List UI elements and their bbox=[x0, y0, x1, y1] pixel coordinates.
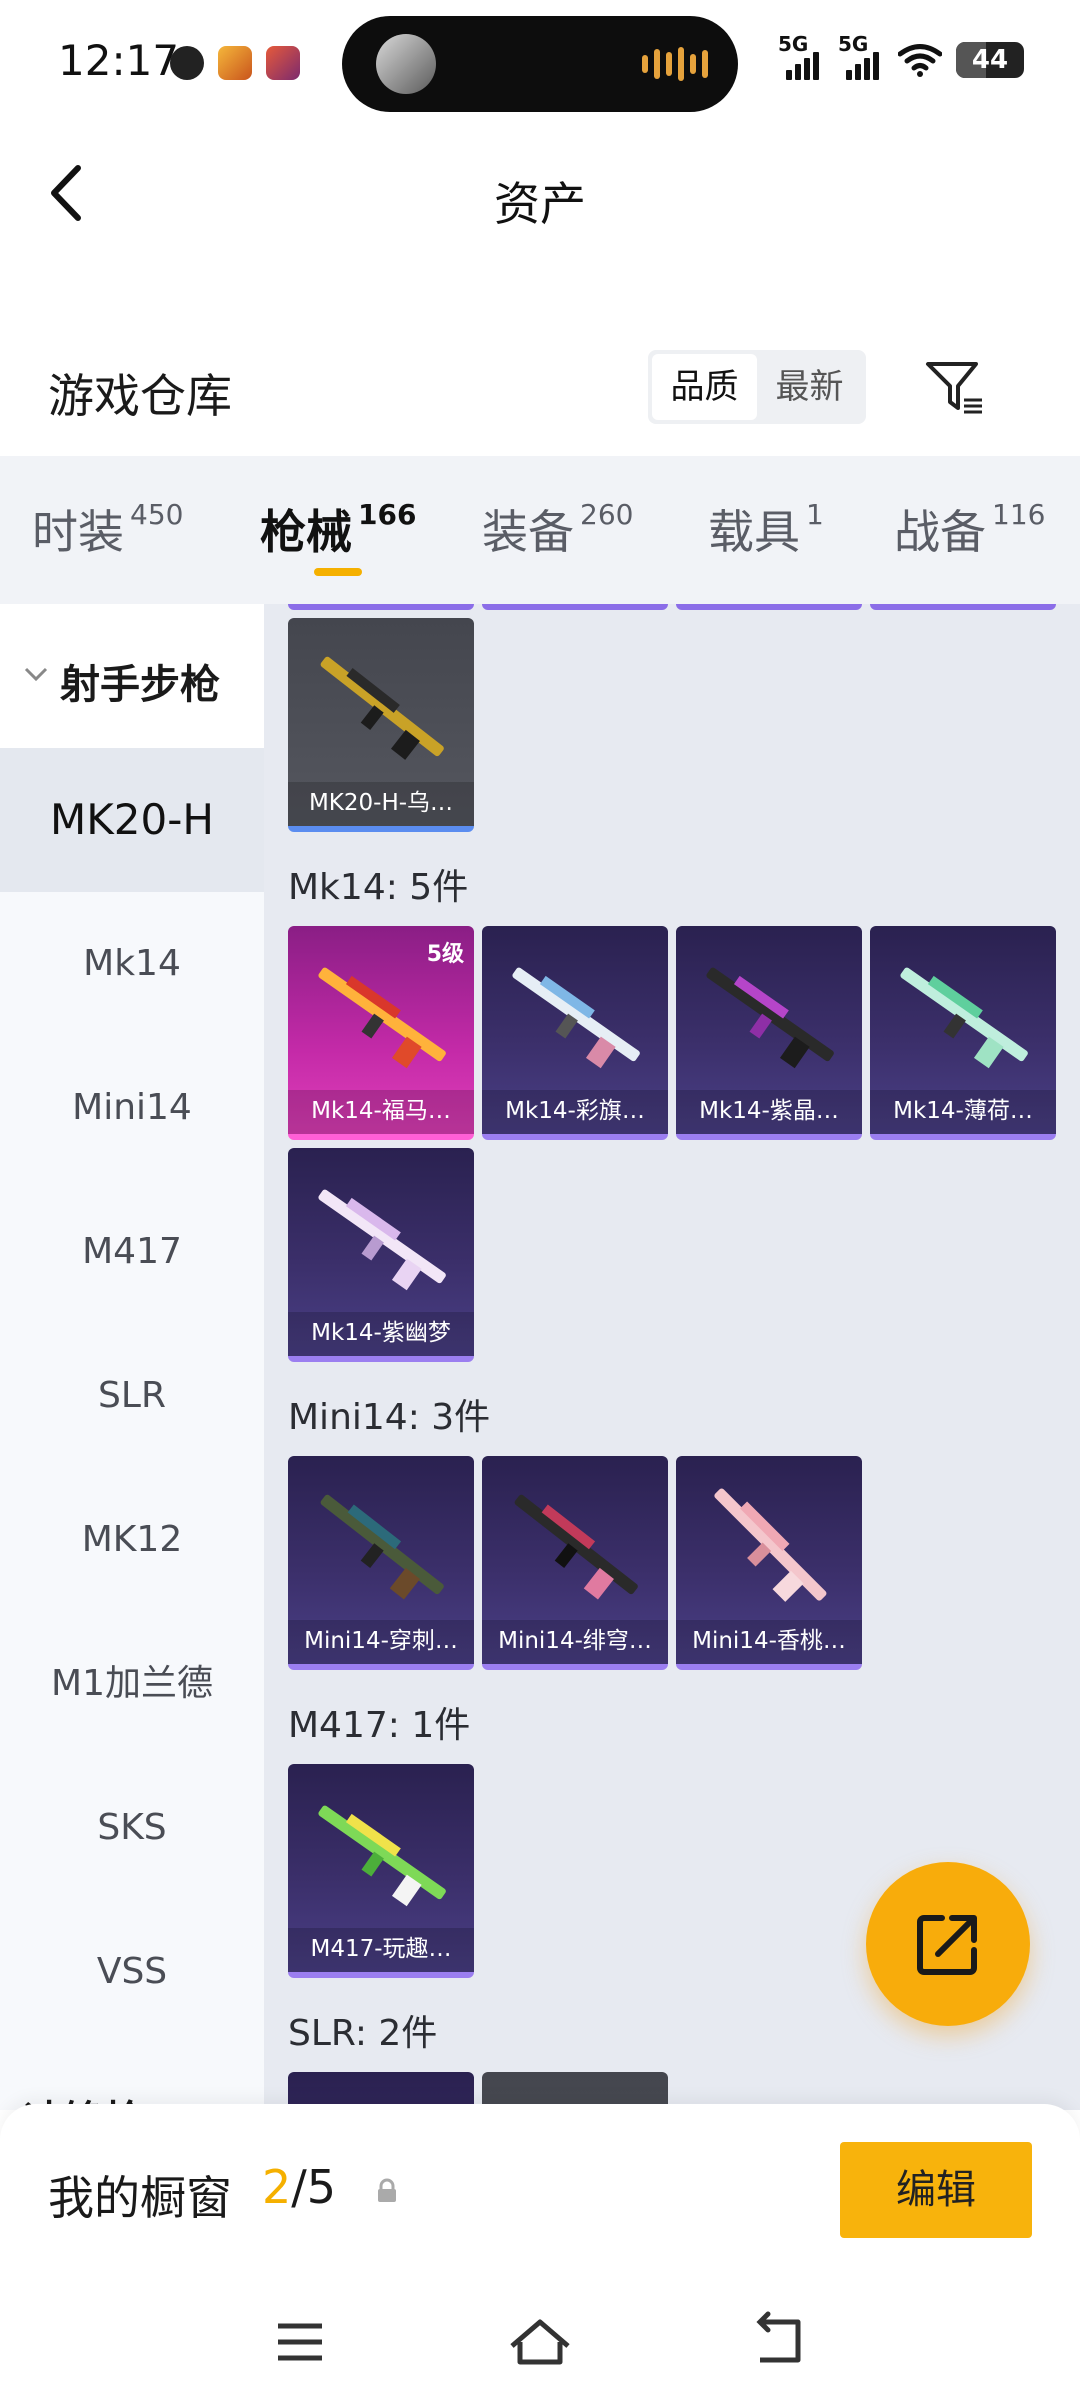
weapon-card[interactable]: Mini14-穿刺… bbox=[288, 1456, 474, 1670]
sidebar-item-vss[interactable]: VSS bbox=[0, 1900, 264, 2044]
weapon-card[interactable]: Mini14-香桃… bbox=[676, 1456, 862, 1670]
weapon-image bbox=[318, 967, 446, 1069]
share-external-icon bbox=[917, 1915, 977, 1975]
status-bar: 12:17 5G 5G 44 bbox=[0, 0, 1080, 128]
weapon-card[interactable]: Mk14-薄荷… bbox=[870, 926, 1056, 1140]
sidebar-item-slr[interactable]: SLR bbox=[0, 1324, 264, 1468]
group-title-m417: M417: 1件 bbox=[288, 1705, 471, 1746]
sidebar-item-mk12[interactable]: MK12 bbox=[0, 1468, 264, 1612]
signal-icon-2: 5G bbox=[838, 34, 884, 80]
weapon-card[interactable]: Mk14-彩旗… bbox=[482, 926, 668, 1140]
sort-latest-button[interactable]: 最新 bbox=[757, 354, 862, 420]
chevron-down-icon bbox=[24, 667, 48, 682]
home-icon[interactable] bbox=[500, 2302, 580, 2382]
group-title-mini14: Mini14: 3件 bbox=[288, 1397, 491, 1438]
sidebar-item-mk14[interactable]: Mk14 bbox=[0, 892, 264, 1036]
tab-fashion[interactable]: 时装 450 bbox=[32, 496, 183, 562]
edit-button[interactable]: 编辑 bbox=[840, 2142, 1032, 2238]
sidebar-item-mini14[interactable]: Mini14 bbox=[0, 1036, 264, 1180]
weapon-image bbox=[900, 967, 1028, 1069]
weapon-image bbox=[514, 1494, 638, 1600]
weapon-card[interactable]: Mk14-紫幽梦 bbox=[288, 1148, 474, 1362]
weapon-image bbox=[318, 1805, 446, 1907]
weapon-image bbox=[714, 1488, 827, 1602]
tab-supplies[interactable]: 战备 116 bbox=[894, 496, 1045, 562]
page-header: 资产 bbox=[0, 128, 1080, 258]
system-nav-bar bbox=[0, 2286, 1080, 2400]
status-time: 12:17 bbox=[58, 36, 180, 85]
weapon-name: Mk14-薄荷… bbox=[870, 1090, 1056, 1134]
weapon-name: MK20-H-乌… bbox=[288, 782, 474, 826]
warehouse-row: 游戏仓库 品质 最新 bbox=[0, 330, 1080, 448]
lock-icon bbox=[378, 2178, 396, 2202]
sidebar-item-m417[interactable]: M417 bbox=[0, 1180, 264, 1324]
weapon-card[interactable]: 5级 Mk14-福马… bbox=[288, 926, 474, 1140]
weapon-image bbox=[320, 656, 444, 760]
sidebar-group-label: 射手步枪 bbox=[60, 662, 220, 708]
audio-wave-icon bbox=[642, 46, 708, 82]
sort-toggle: 品质 最新 bbox=[648, 350, 866, 424]
sidebar-item-sks[interactable]: SKS bbox=[0, 1756, 264, 1900]
signal-icon-1: 5G bbox=[778, 34, 824, 80]
weapon-card[interactable]: Mini14-绯穹… bbox=[482, 1456, 668, 1670]
showcase-count: 2/5 bbox=[262, 2160, 337, 2214]
tab-vehicles[interactable]: 载具 1 bbox=[708, 496, 824, 562]
weapon-card[interactable]: MK20-H-乌… bbox=[288, 618, 474, 832]
weapon-image bbox=[320, 1494, 444, 1600]
share-fab-button[interactable] bbox=[866, 1862, 1030, 2026]
active-tab-indicator bbox=[314, 568, 362, 576]
wifi-icon bbox=[898, 44, 942, 77]
page-title: 资产 bbox=[494, 177, 586, 231]
weapon-image bbox=[318, 1189, 446, 1291]
weapon-card[interactable]: M417-玩趣… bbox=[288, 1764, 474, 1978]
weapon-name: Mini14-穿刺… bbox=[288, 1620, 474, 1664]
media-thumbnail bbox=[376, 34, 436, 94]
weapon-name: Mini14-香桃… bbox=[676, 1620, 862, 1664]
back-nav-icon[interactable] bbox=[740, 2302, 820, 2382]
showcase-bar: 我的橱窗 2/5 编辑 bbox=[0, 2104, 1080, 2286]
tab-equipment[interactable]: 装备 260 bbox=[482, 496, 633, 562]
group-title-slr: SLR: 2件 bbox=[288, 2013, 438, 2054]
sidebar-group-marksman[interactable]: 射手步枪 bbox=[0, 604, 264, 748]
sort-quality-button[interactable]: 品质 bbox=[652, 354, 757, 420]
weapon-name: Mk14-福马… bbox=[288, 1090, 474, 1134]
weapon-name: Mk14-紫幽梦 bbox=[288, 1312, 474, 1356]
menu-icon[interactable] bbox=[260, 2302, 340, 2382]
category-tabs: 时装 450 枪械 166 装备 260 载具 1 战备 116 bbox=[0, 456, 1080, 604]
notification-game-icon bbox=[218, 46, 252, 80]
weapon-name: Mk14-彩旗… bbox=[482, 1090, 668, 1134]
showcase-label: 我的橱窗 bbox=[48, 2171, 232, 2225]
warehouse-title: 游戏仓库 bbox=[48, 369, 232, 423]
weapon-card[interactable]: Mk14-紫晶… bbox=[676, 926, 862, 1140]
dynamic-island[interactable] bbox=[342, 16, 738, 112]
weapon-image bbox=[512, 967, 640, 1069]
battery-icon: 44 bbox=[956, 42, 1024, 78]
notification-app-icon bbox=[170, 46, 204, 80]
notification-game-icon-2 bbox=[266, 46, 300, 80]
tab-weapons[interactable]: 枪械 166 bbox=[260, 496, 416, 562]
group-title-mk14: Mk14: 5件 bbox=[288, 867, 469, 908]
weapon-image bbox=[706, 967, 834, 1069]
weapon-name: M417-玩趣… bbox=[288, 1928, 474, 1972]
sidebar-item-mk20h[interactable]: MK20-H bbox=[0, 748, 264, 892]
weapon-name: Mk14-紫晶… bbox=[676, 1090, 862, 1134]
filter-icon[interactable] bbox=[922, 356, 986, 420]
weapon-sidebar: 射手步枪 MK20-H Mk14 Mini14 M417 SLR MK12 M1… bbox=[0, 604, 264, 2110]
weapon-name: Mini14-绯穹… bbox=[482, 1620, 668, 1664]
sidebar-item-m1-garand[interactable]: M1加兰德 bbox=[0, 1612, 264, 1756]
